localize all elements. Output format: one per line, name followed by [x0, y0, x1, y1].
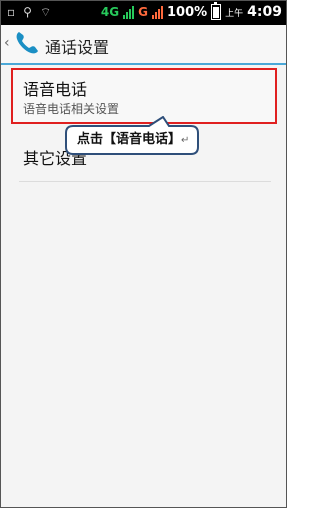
time-prefix: 上午 [225, 8, 244, 19]
sim-card-icon: ▫ [7, 5, 16, 19]
wifi-icon: ⌔ [39, 5, 52, 19]
list-divider [19, 181, 271, 182]
network-type-1: 4G [100, 5, 120, 19]
tutorial-callout: 点击【语音电话】↵ [63, 116, 201, 156]
callout-text: 点击【语音电话】↵ [77, 128, 189, 147]
network-type-2: G [138, 5, 148, 19]
return-mark: ↵ [181, 135, 190, 146]
screen: ▫ ⚲ ⌔ 4G G 100% 上午 4:09 ‹ 通话设置 语音电话 语音电话 [0, 0, 287, 508]
signal-bars-2-icon [151, 5, 163, 19]
page-title: 通话设置 [45, 38, 110, 57]
status-bar: ▫ ⚲ ⌔ 4G G 100% 上午 4:09 [1, 1, 286, 25]
battery-icon [211, 2, 222, 20]
status-right: 4G G 100% 上午 4:09 [100, 2, 282, 20]
back-chevron-icon[interactable]: ‹ [4, 35, 10, 51]
callout-label: 点击【语音电话】 [77, 132, 182, 147]
clock: 4:09 [247, 4, 282, 20]
status-left-icons: ▫ ⚲ ⌔ [7, 5, 51, 20]
action-bar: ‹ 通话设置 [1, 25, 286, 63]
signal-bars-1-icon [123, 5, 135, 19]
voice-call-title: 语音电话 [23, 80, 88, 99]
battery-percent: 100% [166, 4, 208, 20]
usb-icon: ⚲ [23, 5, 32, 19]
phone-icon[interactable] [13, 29, 41, 57]
voice-call-subtitle: 语音电话相关设置 [23, 102, 120, 116]
action-bar-divider [1, 63, 286, 65]
